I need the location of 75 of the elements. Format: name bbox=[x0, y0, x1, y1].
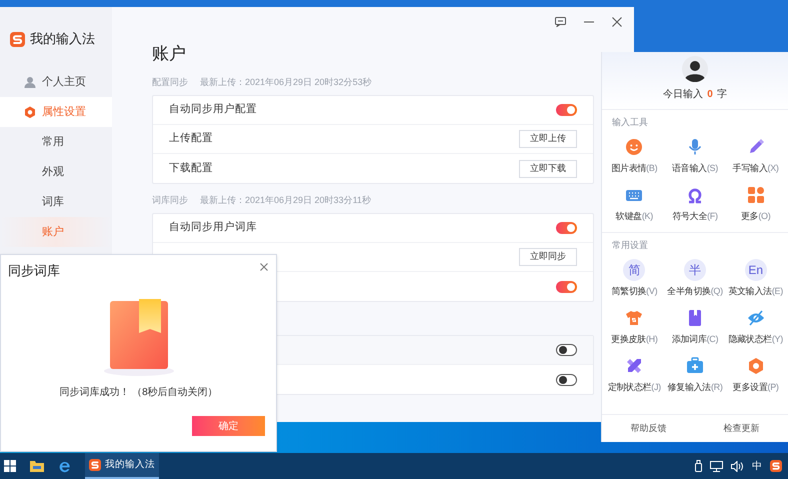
browser-icon[interactable] bbox=[58, 460, 71, 472]
network-icon[interactable] bbox=[710, 460, 723, 472]
tool-label[interactable]: 全半角切换(Q) bbox=[667, 285, 723, 298]
omega-icon[interactable] bbox=[686, 186, 704, 204]
toggle-switch[interactable] bbox=[556, 222, 577, 234]
tool-label[interactable]: 简繁切换(V) bbox=[611, 285, 658, 298]
group-title: 输入工具 bbox=[611, 116, 649, 129]
section-label: 配置同步 bbox=[152, 76, 188, 90]
toggle-switch[interactable] bbox=[556, 104, 577, 116]
speaker-icon[interactable] bbox=[731, 460, 744, 472]
tool-label[interactable]: 定制状态栏(J) bbox=[608, 381, 661, 394]
tiles-icon[interactable] bbox=[746, 186, 765, 204]
action-button[interactable]: 立即下载 bbox=[519, 160, 577, 178]
windows-start-icon[interactable] bbox=[4, 460, 16, 472]
tool-label[interactable]: 手写输入(X) bbox=[732, 162, 779, 176]
page-title: 账户 bbox=[152, 43, 187, 65]
avatar-icon bbox=[682, 56, 708, 82]
first-aid-kit-icon[interactable] bbox=[686, 357, 704, 375]
mode-glyph-icon[interactable]: 半 bbox=[684, 259, 706, 281]
toggle-switch[interactable] bbox=[556, 374, 577, 386]
setting-label: 上传配置 bbox=[169, 131, 213, 146]
tool-label[interactable]: 更换皮肤(H) bbox=[611, 333, 658, 346]
action-button[interactable]: 立即同步 bbox=[519, 248, 577, 266]
logo-icon bbox=[89, 459, 101, 471]
logo-icon[interactable] bbox=[770, 460, 782, 472]
sidebar-subitem[interactable]: 词库 bbox=[0, 187, 112, 217]
input-mode-indicator[interactable]: 中 bbox=[752, 458, 762, 474]
tool-label[interactable]: 更多设置(P) bbox=[732, 381, 779, 394]
section-label: 词库同步 bbox=[152, 194, 188, 208]
close-icon[interactable] bbox=[612, 17, 622, 27]
tool-label[interactable]: 英文输入法(E) bbox=[728, 285, 783, 298]
tool-label[interactable]: 更多(O) bbox=[740, 210, 770, 224]
tshirt-icon[interactable] bbox=[625, 309, 644, 327]
toggle-switch[interactable] bbox=[556, 280, 577, 292]
today-count: 0 bbox=[707, 88, 713, 102]
ruler-pencil-icon[interactable] bbox=[625, 357, 644, 375]
close-icon[interactable] bbox=[260, 263, 268, 271]
sidebar-item[interactable]: 个人主页 bbox=[0, 67, 112, 97]
action-button[interactable]: 立即上传 bbox=[519, 130, 577, 148]
book-illustration-icon bbox=[104, 299, 174, 377]
sidebar-subitem[interactable]: 外观 bbox=[0, 157, 112, 187]
gear-icon bbox=[24, 106, 36, 118]
group-title: 常用设置 bbox=[611, 239, 649, 252]
taskbar-app[interactable]: 我的输入法 bbox=[85, 453, 159, 479]
mode-glyph-icon[interactable]: En bbox=[744, 259, 767, 281]
tool-label[interactable]: 修复输入法(R) bbox=[667, 381, 723, 394]
hexagon-icon[interactable] bbox=[746, 357, 765, 375]
person-icon bbox=[24, 76, 36, 88]
tool-label[interactable]: 语音输入(S) bbox=[672, 162, 718, 176]
footer-link[interactable]: 帮助反馈 bbox=[630, 422, 666, 436]
setting-label: 自动同步用户词库 bbox=[169, 220, 257, 236]
usb-icon[interactable] bbox=[695, 460, 702, 472]
hidden-eye-icon[interactable] bbox=[746, 309, 765, 327]
dialog-title: 同步词库 bbox=[8, 262, 60, 280]
logo-icon bbox=[10, 32, 25, 46]
setting-label: 下载配置 bbox=[169, 160, 213, 176]
toggle-switch[interactable] bbox=[556, 344, 577, 356]
folder-icon[interactable] bbox=[30, 460, 44, 472]
today-label: 今日输入 bbox=[663, 88, 704, 102]
today-unit: 字 bbox=[716, 88, 727, 102]
feedback-icon[interactable] bbox=[555, 17, 566, 27]
sidebar-subitem[interactable]: 常用 bbox=[0, 127, 112, 157]
tool-label[interactable]: 软键盘(K) bbox=[616, 210, 653, 224]
mode-glyph-icon[interactable]: 简 bbox=[623, 259, 646, 281]
dialog-message: 同步词库成功！ （8秒后自动关闭） bbox=[58, 386, 219, 400]
upload-time: 最新上传：2021年06月29日 20时33分11秒 bbox=[200, 194, 371, 208]
tool-label[interactable]: 隐藏状态栏(Y) bbox=[728, 333, 783, 346]
tool-label[interactable]: 添加词库(C) bbox=[672, 333, 718, 346]
tool-label[interactable]: 图片表情(B) bbox=[611, 162, 658, 176]
setting-label: 自动同步用户配置 bbox=[169, 102, 257, 118]
upload-time: 最新上传：2021年06月29日 20时32分53秒 bbox=[200, 76, 372, 90]
app-name: 我的输入法 bbox=[30, 30, 95, 48]
tool-label[interactable]: 符号大全(F) bbox=[672, 210, 718, 224]
footer-link[interactable]: 检查更新 bbox=[724, 422, 760, 436]
smiley-icon[interactable] bbox=[625, 138, 644, 156]
